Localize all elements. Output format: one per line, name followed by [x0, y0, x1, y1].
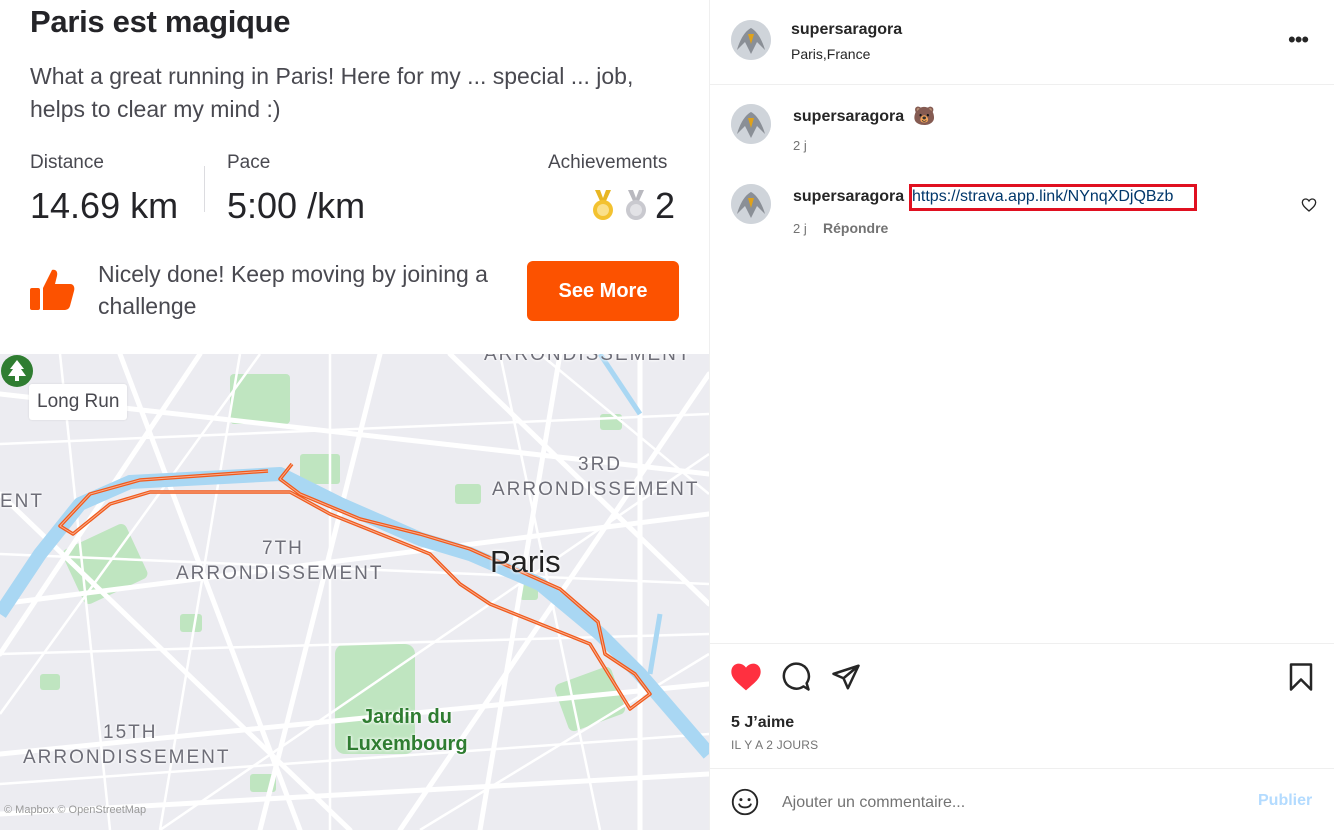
run-type-badge: Long Run	[29, 384, 128, 420]
emoji-smiley-icon[interactable]	[731, 788, 759, 816]
map-label-city: Paris	[490, 544, 561, 579]
comment-like-heart-icon[interactable]	[1301, 197, 1317, 213]
map-label-3rd-number: 3RD	[578, 454, 623, 475]
thumbs-up-icon	[30, 269, 75, 310]
comment-avatar[interactable]	[731, 184, 771, 224]
likes-count[interactable]: 5 J’aime	[731, 714, 794, 732]
reply-button[interactable]: Répondre	[823, 220, 888, 236]
activity-description: What a great running in Paris! Here for …	[30, 63, 634, 122]
actions-divider	[710, 643, 1334, 644]
eagle-avatar-icon	[731, 104, 771, 144]
more-options-icon[interactable]: •••	[1288, 29, 1309, 51]
post-panel: supersaragora Paris,France ••• supersara…	[709, 0, 1334, 830]
pace-value: 5:00 /km	[227, 185, 366, 226]
activity-title: Paris est magique	[30, 4, 291, 39]
achievements-count: 2	[655, 185, 676, 226]
achievements-label: Achievements	[548, 152, 668, 173]
author-avatar[interactable]	[731, 20, 771, 60]
stat-divider	[204, 166, 205, 212]
bookmark-icon[interactable]	[1288, 662, 1314, 692]
distance-value: 14.69 km	[30, 185, 179, 226]
comment-username[interactable]: supersaragora	[793, 108, 904, 126]
map-label-7th-number: 7TH	[262, 538, 304, 559]
comment-avatar[interactable]	[731, 104, 771, 144]
map-label-7th-arrondissement: ARRONDISSEMENT	[176, 563, 384, 584]
map-label-3rd-arrondissement: ARRONDISSEMENT	[492, 479, 700, 500]
comment-bubble-icon[interactable]	[781, 662, 811, 692]
post-location[interactable]: Paris,France	[791, 46, 870, 62]
pace-label: Pace	[227, 152, 271, 173]
distance-label: Distance	[30, 152, 104, 173]
gold-medal-icon	[593, 190, 613, 220]
map-label-15th-arrondissement: ARRONDISSEMENT	[23, 747, 231, 768]
map-label-left-arrondissement: ENT	[0, 491, 44, 512]
comment-username[interactable]: supersaragora	[793, 188, 904, 206]
share-send-icon[interactable]	[831, 662, 861, 692]
bear-emoji-icon: 🐻	[913, 106, 936, 126]
challenge-promo-text: Nicely done! Keep moving by joining a ch…	[98, 261, 488, 319]
eagle-avatar-icon	[731, 20, 771, 60]
comment-time[interactable]: 2 j	[793, 138, 807, 153]
author-username[interactable]: supersaragora	[791, 21, 902, 39]
route-map[interactable]: Long Run ARRONDISSEMENT 3RD ARRONDISSEME…	[0, 354, 709, 830]
publish-button[interactable]: Publier	[1258, 792, 1312, 810]
comment-divider	[710, 768, 1334, 769]
header-divider	[710, 84, 1334, 85]
comment-input[interactable]	[780, 786, 1224, 820]
like-heart-icon[interactable]	[730, 662, 762, 692]
strava-activity-card: Paris est magique What a great running i…	[0, 0, 709, 830]
map-label-arrondissement-top: ARRONDISSEMENT	[484, 354, 692, 365]
map-label-park: Jardin du Luxembourg	[346, 706, 468, 755]
silver-medal-icon	[626, 190, 646, 220]
map-attribution[interactable]: © Mapbox © OpenStreetMap	[4, 804, 146, 816]
comment-time[interactable]: 2 j	[793, 221, 807, 236]
strava-link[interactable]: https://strava.app.link/NYnqXDjQBzb	[912, 188, 1173, 206]
eagle-avatar-icon	[731, 184, 771, 224]
map-label-15th-number: 15TH	[103, 722, 158, 743]
park-tree-icon	[1, 355, 33, 387]
see-more-button[interactable]: See More	[527, 261, 679, 321]
post-age: IL Y A 2 JOURS	[731, 738, 819, 752]
